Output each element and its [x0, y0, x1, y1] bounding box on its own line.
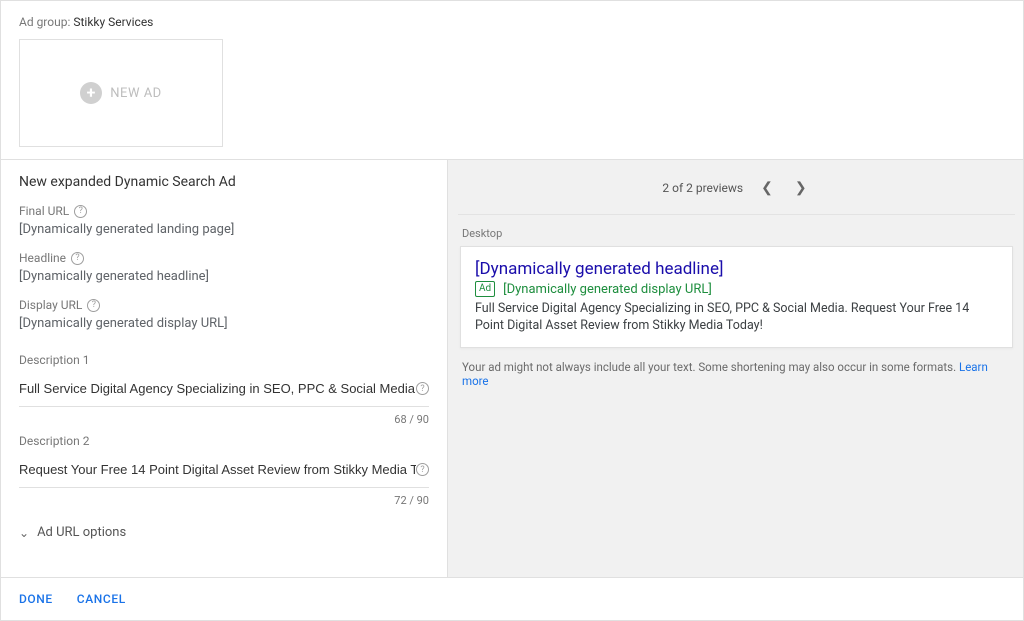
final-url-field: Final URL ? [Dynamically generated landi… [19, 204, 429, 237]
prev-preview-button[interactable]: ❮ [757, 176, 777, 200]
ad-preview-display-url: [Dynamically generated display URL] [503, 282, 712, 297]
help-icon[interactable]: ? [87, 299, 100, 312]
description1-label: Description 1 [19, 353, 429, 367]
plus-circle-icon: + [80, 82, 102, 104]
description1-counter: 68 / 90 [19, 413, 429, 426]
description2-counter: 72 / 90 [19, 494, 429, 507]
preview-counter: 2 of 2 previews [662, 181, 743, 195]
disclaimer-text: Your ad might not always include all you… [462, 360, 956, 374]
done-button[interactable]: DONE [19, 592, 53, 606]
app-window: Ad group: Stikky Services + NEW AD New e… [0, 0, 1024, 621]
divider [19, 487, 429, 488]
display-url-field: Display URL ? [Dynamically generated dis… [19, 298, 429, 331]
headline-label: Headline [19, 251, 66, 265]
help-icon[interactable]: ? [74, 205, 87, 218]
new-ad-inner: + NEW AD [80, 82, 161, 104]
body: New expanded Dynamic Search Ad Final URL… [1, 159, 1023, 577]
final-url-value: [Dynamically generated landing page] [19, 222, 429, 237]
preview-area: Desktop [Dynamically generated headline]… [458, 215, 1015, 400]
description1-input[interactable] [19, 377, 416, 400]
breadcrumb: Ad group: Stikky Services [19, 15, 1005, 29]
description2-field: Description 2 ? 72 / 90 [19, 434, 429, 507]
chevron-down-icon: ⌄ [19, 526, 29, 540]
new-ad-label: NEW AD [110, 86, 161, 101]
ad-url-options-label: Ad URL options [37, 525, 126, 540]
ad-badge: Ad [475, 281, 495, 297]
display-url-label: Display URL [19, 298, 82, 312]
footer: DONE CANCEL [1, 577, 1023, 620]
new-ad-button[interactable]: + NEW AD [19, 39, 223, 147]
ad-preview-card: [Dynamically generated headline] Ad [Dyn… [460, 246, 1013, 348]
preview-nav: 2 of 2 previews ❮ ❯ [458, 174, 1015, 215]
next-preview-button[interactable]: ❯ [791, 176, 811, 200]
preview-panel: 2 of 2 previews ❮ ❯ Desktop [Dynamically… [447, 160, 1023, 577]
preview-platform-label: Desktop [460, 227, 1013, 240]
ad-url-options-toggle[interactable]: ⌄ Ad URL options [19, 525, 429, 540]
ad-preview-description: Full Service Digital Agency Specializing… [475, 301, 998, 335]
final-url-label: Final URL [19, 204, 69, 218]
description2-input[interactable] [19, 458, 416, 481]
display-url-value: [Dynamically generated display URL] [19, 316, 429, 331]
help-icon[interactable]: ? [71, 252, 84, 265]
help-icon[interactable]: ? [416, 382, 429, 395]
form-panel: New expanded Dynamic Search Ad Final URL… [1, 160, 447, 577]
description1-field: Description 1 ? 68 / 90 [19, 353, 429, 426]
help-icon[interactable]: ? [416, 463, 429, 476]
headline-value: [Dynamically generated headline] [19, 269, 429, 284]
ad-preview-headline: [Dynamically generated headline] [475, 259, 998, 279]
ad-group-label: Ad group: [19, 15, 70, 29]
header: Ad group: Stikky Services + NEW AD [1, 1, 1023, 159]
form-title: New expanded Dynamic Search Ad [19, 174, 429, 190]
ad-preview-url-row: Ad [Dynamically generated display URL] [475, 281, 998, 297]
cancel-button[interactable]: CANCEL [77, 592, 126, 606]
description2-label: Description 2 [19, 434, 429, 448]
headline-field: Headline ? [Dynamically generated headli… [19, 251, 429, 284]
ad-group-name: Stikky Services [73, 15, 153, 29]
preview-disclaimer: Your ad might not always include all you… [460, 360, 1013, 388]
divider [19, 406, 429, 407]
